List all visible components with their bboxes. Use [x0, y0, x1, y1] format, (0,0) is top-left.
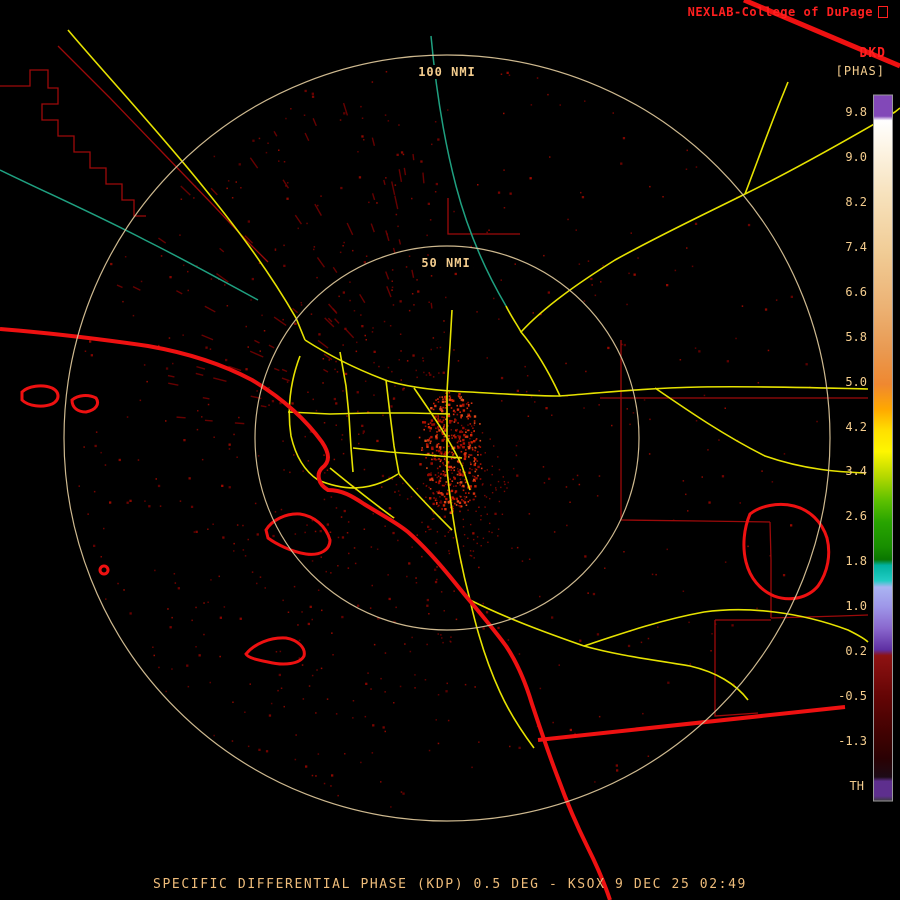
small-island-3 — [98, 564, 110, 576]
colorbar-tick-label: 7.4 — [845, 239, 867, 254]
product-code-label: DKD — [859, 46, 886, 61]
colorbar-tick-label: 1.0 — [845, 599, 867, 614]
coastline-layer — [0, 0, 900, 900]
colorbar-tick-label: 0.2 — [845, 644, 867, 659]
range-ring-50nmi-label: 50 NMI — [418, 256, 474, 270]
colorbar-tick-label: 9.8 — [845, 105, 867, 119]
colorbar-tick-label: 4.2 — [845, 419, 867, 434]
cod-logo-icon — [878, 6, 888, 18]
nexlab-brand-text: NEXLAB-College of DuPage — [687, 5, 873, 19]
small-island-2 — [70, 394, 100, 414]
range-ring-100nmi-label: 100 NMI — [415, 65, 479, 79]
colorbar-tick-label: -0.5 — [838, 689, 867, 704]
product-caption: SPECIFIC DIFFERENTIAL PHASE (KDP) 0.5 DE… — [153, 877, 747, 892]
colorbar-tick-label: 2.6 — [845, 509, 867, 524]
header-brand-row: NEXLAB-College of DuPage — [688, 5, 888, 19]
catalina-island — [264, 512, 332, 556]
lake-outline — [742, 502, 831, 601]
small-island-1 — [20, 384, 60, 408]
colorbar-tick-label: -1.3 — [838, 734, 867, 749]
county-borders-layer — [0, 45, 869, 717]
radar-map — [0, 0, 900, 900]
colorbar-tick-label: 9.0 — [845, 149, 867, 164]
threshold-label: TH — [849, 779, 864, 793]
highway-lines-layer — [67, 29, 900, 749]
san-clemente-island — [244, 636, 306, 666]
units-label: [PHAS] — [835, 64, 885, 78]
colorbar-tick-label: 6.6 — [845, 284, 867, 299]
colorbar-tick-label: 5.8 — [845, 329, 867, 344]
colorbar — [873, 94, 893, 802]
colorbar-tick-label: 1.8 — [845, 554, 867, 569]
colorbar-tick-label: 8.2 — [845, 194, 867, 209]
radar-display: NEXLAB-College of DuPage DKD [PHAS] 9.8 9… — [0, 0, 900, 900]
international-border-line — [537, 705, 846, 742]
colorbar-tick-label: 3.4 — [845, 464, 867, 479]
radar-echo-layer — [78, 66, 818, 808]
colorbar-tick-label: 5.0 — [845, 374, 867, 389]
